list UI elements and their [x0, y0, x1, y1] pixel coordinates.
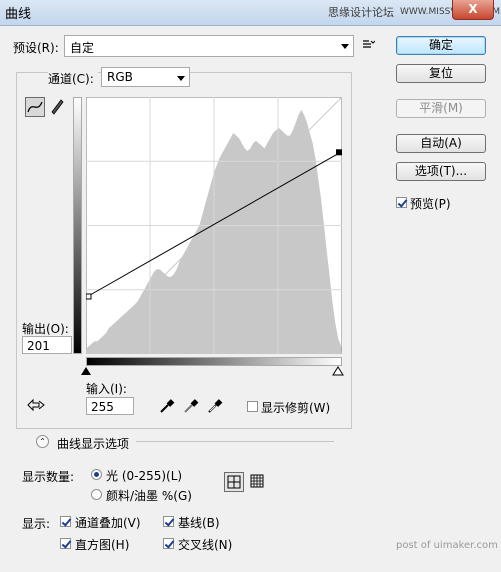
auto-button[interactable]: 自动(A)	[396, 134, 486, 153]
preset-options-icon[interactable]	[363, 40, 376, 53]
on-image-adjust-icon[interactable]	[25, 396, 47, 417]
baseline-label: 基线(B)	[178, 516, 220, 530]
curve-point[interactable]	[336, 149, 342, 156]
curve-display-options-label[interactable]: 曲线显示选项	[57, 435, 129, 452]
close-icon: X	[468, 2, 478, 16]
white-point-slider[interactable]	[332, 366, 344, 376]
curves-graph[interactable]	[86, 97, 342, 354]
show-label: 显示:	[22, 517, 51, 531]
collapse-toggle-icon[interactable]: ⌃	[36, 435, 49, 448]
input-value: 255	[91, 400, 114, 414]
channel-value: RGB	[107, 70, 133, 84]
channel-dropdown[interactable]: RGB	[101, 67, 190, 87]
pencil-tool-icon[interactable]	[48, 97, 68, 117]
input-label: 输入(I):	[86, 382, 127, 396]
output-label: 输出(O):	[22, 322, 69, 336]
baseline-checkbox[interactable]	[163, 516, 174, 527]
ok-button[interactable]: 确定	[396, 36, 486, 55]
pigment-radio[interactable]	[91, 489, 102, 500]
intersection-line-label: 交叉线(N)	[178, 538, 233, 552]
preset-dropdown[interactable]: 自定	[64, 35, 354, 57]
input-gradient-bar	[86, 357, 342, 366]
black-point-eyedropper-icon[interactable]	[159, 398, 175, 417]
output-field[interactable]: 201	[22, 336, 72, 354]
output-gradient-bar	[73, 97, 82, 354]
channel-overlays-label: 通道叠加(V)	[75, 516, 141, 530]
channel-label: 通道(C):	[48, 70, 98, 87]
show-clipping-checkbox[interactable]	[247, 401, 258, 412]
preview-checkbox[interactable]	[396, 197, 407, 208]
black-point-slider[interactable]	[80, 366, 92, 376]
white-point-eyedropper-icon[interactable]	[207, 398, 223, 417]
pigment-radio-label: 颜料/油墨 %(G)	[106, 489, 192, 503]
channel-overlays-checkbox[interactable]	[60, 516, 71, 527]
curve-point-tool-icon[interactable]	[25, 97, 45, 117]
watermark-site-cn: 思缘设计论坛	[328, 6, 394, 19]
simple-grid-icon[interactable]	[224, 472, 244, 492]
smooth-button[interactable]: 平滑(M)	[396, 99, 486, 118]
title-bar: 曲线 思缘设计论坛 WWW.MISSVUAN.COM X	[0, 0, 501, 26]
chevron-down-icon	[177, 76, 185, 81]
window-title: 曲线	[5, 7, 32, 22]
watermark-credit: post of uimaker.com	[396, 540, 498, 551]
options-button[interactable]: 选项(T)...	[396, 162, 486, 181]
histogram-checkbox[interactable]	[60, 538, 71, 549]
chevron-down-icon	[341, 44, 349, 49]
histogram-label: 直方图(H)	[75, 538, 130, 552]
light-radio-label: 光 (0-255)(L)	[106, 469, 183, 483]
output-value: 201	[27, 339, 50, 353]
input-field[interactable]: 255	[86, 397, 134, 415]
divider	[136, 441, 334, 442]
preset-label: 预设(R):	[13, 41, 59, 55]
intersection-line-checkbox[interactable]	[163, 538, 174, 549]
detailed-grid-icon[interactable]	[248, 472, 268, 492]
preview-label: 预览(P)	[410, 197, 451, 211]
close-button[interactable]: X	[452, 0, 494, 20]
show-amount-label: 显示数量:	[22, 470, 75, 484]
gray-point-eyedropper-icon[interactable]	[183, 398, 199, 417]
light-radio[interactable]	[91, 469, 102, 480]
reset-button[interactable]: 复位	[396, 64, 486, 83]
preset-value: 自定	[70, 41, 95, 55]
show-clipping-label: 显示修剪(W)	[261, 401, 331, 415]
curve-point[interactable]	[86, 293, 92, 300]
